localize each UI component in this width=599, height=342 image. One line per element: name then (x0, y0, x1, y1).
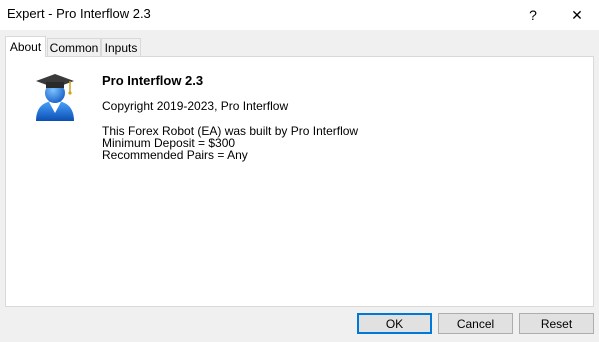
expert-dialog: Expert - Pro Interflow 2.3 ? ✕ About Com… (0, 0, 599, 342)
description-line: Recommended Pairs = Any (102, 148, 248, 162)
reset-button[interactable]: Reset (519, 313, 594, 334)
tab-inputs[interactable]: Inputs (101, 38, 141, 56)
button-label: Reset (540, 316, 573, 331)
window-title: Expert - Pro Interflow 2.3 (7, 6, 151, 21)
close-icon: ✕ (571, 6, 583, 23)
tab-label: Inputs (104, 40, 138, 55)
tab-common[interactable]: Common (47, 38, 101, 56)
graduate-user-icon (36, 74, 74, 121)
expert-name: Pro Interflow 2.3 (102, 73, 204, 88)
help-button[interactable]: ? (511, 0, 555, 30)
tab-label: About (9, 40, 42, 54)
cancel-button[interactable]: Cancel (438, 313, 513, 334)
tab-label: Common (49, 40, 99, 55)
ok-button[interactable]: OK (357, 313, 432, 334)
help-icon: ? (529, 7, 537, 23)
close-button[interactable]: ✕ (555, 0, 599, 30)
copyright-text: Copyright 2019-2023, Pro Interflow (102, 99, 289, 113)
button-label: OK (385, 316, 404, 331)
button-label: Cancel (456, 316, 495, 331)
about-panel: Pro Interflow 2.3 Copyright 2019-2023, P… (5, 56, 594, 307)
title-bar: Expert - Pro Interflow 2.3 ? ✕ (0, 0, 599, 30)
tab-about[interactable]: About (5, 36, 46, 57)
